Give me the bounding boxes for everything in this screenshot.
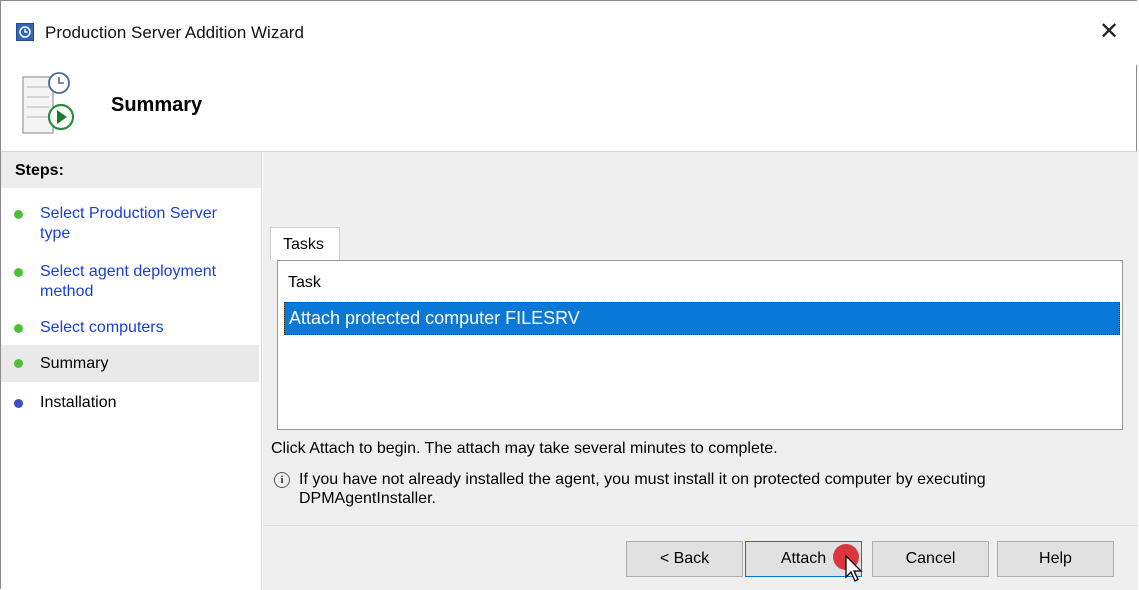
step-pending-icon xyxy=(14,399,23,408)
task-list[interactable]: Task Attach protected computer FILESRV xyxy=(277,260,1123,430)
table-row[interactable]: Attach protected computer FILESRV xyxy=(284,302,1120,335)
step-installation: Installation xyxy=(1,393,259,413)
help-button[interactable]: Help xyxy=(997,541,1114,577)
step-complete-icon xyxy=(14,324,23,333)
task-column-header[interactable]: Task xyxy=(288,274,321,292)
step-complete-icon xyxy=(14,268,23,277)
step-label: Summary xyxy=(40,355,109,372)
tab-tasks[interactable]: Tasks xyxy=(270,227,340,260)
attach-hint: Click Attach to begin. The attach may ta… xyxy=(271,440,778,457)
back-button[interactable]: < Back xyxy=(626,541,743,577)
wizard-summary-icon xyxy=(21,71,83,141)
step-select-deployment-method[interactable]: Select agent deployment method xyxy=(1,262,259,302)
mouse-pointer-icon xyxy=(845,555,863,582)
close-button[interactable]: ✕ xyxy=(1092,15,1126,49)
title-bar: Production Server Addition Wizard ✕ xyxy=(1,1,1138,65)
dpm-app-icon xyxy=(16,23,34,41)
step-summary: Summary xyxy=(1,345,259,382)
cancel-button[interactable]: Cancel xyxy=(872,541,989,577)
step-label: Select Production Server type xyxy=(40,205,217,242)
window-title: Production Server Addition Wizard xyxy=(45,23,304,42)
steps-heading: Steps: xyxy=(1,152,261,188)
step-label: Installation xyxy=(40,394,117,411)
step-select-computers[interactable]: Select computers xyxy=(1,318,259,338)
info-message: If you have not already installed the ag… xyxy=(299,471,986,507)
step-complete-icon xyxy=(14,210,23,219)
info-icon: i xyxy=(274,472,290,488)
wizard-window: Production Server Addition Wizard ✕ Summ… xyxy=(0,0,1138,590)
steps-panel: Steps: Select Production Server type Sel… xyxy=(1,152,262,590)
content-panel: Tasks Task Attach protected computer FIL… xyxy=(263,152,1138,590)
page-title: Summary xyxy=(111,94,203,116)
step-label: Select computers xyxy=(40,319,164,336)
footer-divider xyxy=(263,525,1138,526)
step-select-server-type[interactable]: Select Production Server type xyxy=(1,204,259,244)
step-current-icon xyxy=(14,359,23,368)
step-label: Select agent deployment method xyxy=(40,263,217,300)
